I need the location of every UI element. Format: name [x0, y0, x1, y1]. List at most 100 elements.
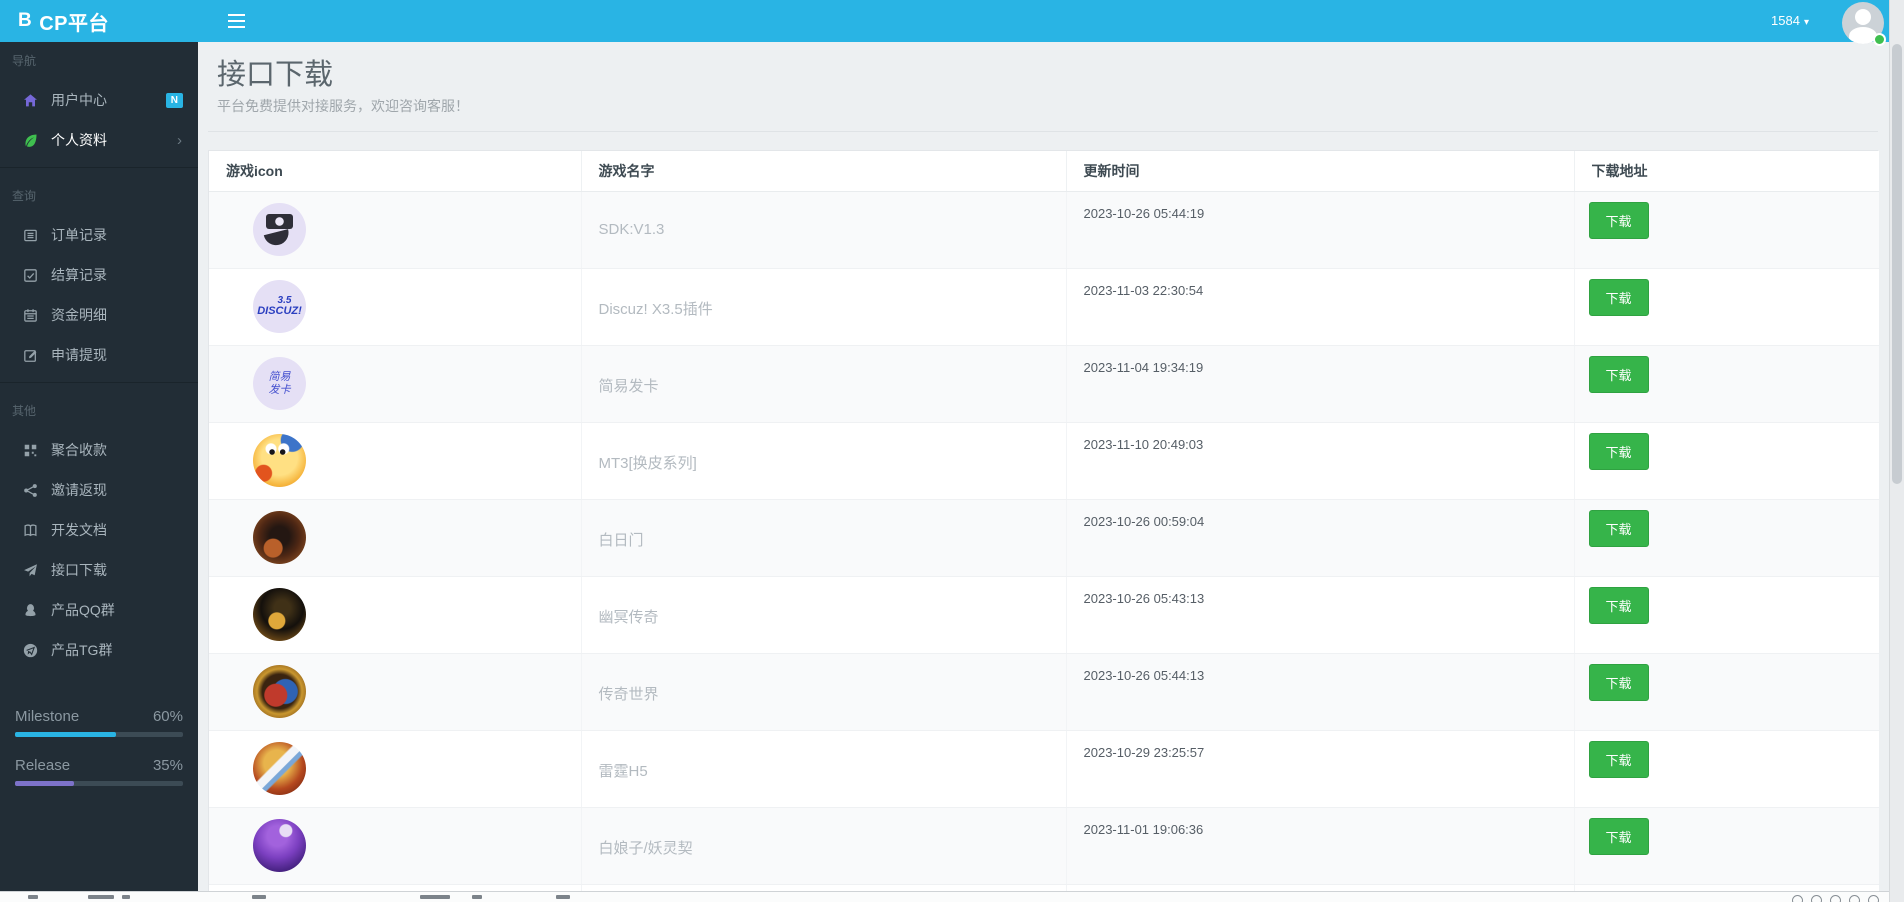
game-name: 白日门 [598, 532, 644, 549]
calendar-icon [22, 307, 38, 323]
sidebar-item-label: 接口下载 [51, 562, 107, 578]
sidebar-item[interactable]: 结算记录 [0, 255, 198, 295]
scrollbar-thumb[interactable] [1892, 44, 1902, 484]
sidebar-progress: Milestone 60% Release 35% [0, 707, 198, 786]
game-name: 白娘子/妖灵契 [598, 840, 693, 857]
progress-bar [15, 781, 183, 786]
table-row: SDK:V1.3 2023-10-26 05:44:19 下载 [209, 191, 1879, 269]
download-button[interactable]: 下载 [1588, 587, 1649, 624]
download-button[interactable]: 下载 [1588, 741, 1649, 778]
sidebar-item-label: 申请提现 [51, 347, 107, 363]
download-button[interactable]: 下载 [1588, 818, 1649, 855]
game-artwork [253, 665, 306, 718]
game-artwork [253, 819, 306, 872]
table-header-row: 游戏icon 游戏名字 更新时间 下载地址 [209, 151, 1879, 192]
sidebar-item[interactable]: 接口下载 [0, 550, 198, 590]
updated-time: 2023-10-26 05:44:19 [1083, 206, 1205, 221]
sidebar-item[interactable]: 产品QQ群 [0, 590, 198, 630]
book-icon [22, 522, 38, 538]
text-sliver [252, 895, 266, 899]
bottom-edge-strip [0, 891, 1889, 902]
progress-bar [15, 732, 183, 737]
scrollbar-track[interactable] [1889, 0, 1904, 902]
sidebar-item[interactable]: 开发文档 [0, 510, 198, 550]
download-button[interactable]: 下载 [1588, 279, 1649, 316]
game-name: SDK:V1.3 [598, 221, 665, 238]
sidebar-item-label: 聚合收款 [51, 442, 107, 458]
chevron-right-icon: › [177, 131, 182, 149]
download-button[interactable]: 下载 [1588, 510, 1649, 547]
text-sliver [122, 895, 130, 899]
updated-time: 2023-10-26 05:43:13 [1083, 591, 1205, 606]
download-table-card: 游戏icon 游戏名字 更新时间 下载地址 SDK:V1.3 2023-10-2… [208, 150, 1879, 902]
column-header-download: 下载地址 [1574, 151, 1879, 192]
game-name: Discuz! X3.5插件 [598, 301, 713, 318]
balance-dropdown[interactable]: 1584 ▾ [1771, 13, 1809, 28]
download-button[interactable]: 下载 [1588, 664, 1649, 701]
updated-time: 2023-10-26 05:44:13 [1083, 668, 1205, 683]
download-button[interactable]: 下载 [1588, 356, 1649, 393]
updated-time: 2023-11-10 20:49:03 [1083, 437, 1204, 452]
sidebar-section-label: 其他 [12, 404, 37, 418]
table-row: 幽冥传奇 2023-10-26 05:43:13 下载 [209, 576, 1879, 654]
toolbar-icon[interactable] [1792, 895, 1803, 902]
progress-value: 35% [152, 756, 183, 774]
game-name: MT3[换皮系列] [598, 455, 697, 472]
updated-time: 2023-11-03 22:30:54 [1083, 283, 1204, 298]
table-row: 传奇世界 2023-10-26 05:44:13 下载 [209, 653, 1879, 731]
text-sliver [28, 895, 38, 899]
edit-square-icon [22, 347, 38, 363]
sidebar-item-label: 资金明细 [51, 307, 107, 323]
cash-in-hand-icon [253, 203, 306, 256]
updated-time: 2023-11-04 19:34:19 [1083, 360, 1204, 375]
page-header: 接口下载 平台免费提供对接服务，欢迎咨询客服！ [208, 42, 1878, 132]
game-name: 雷霆H5 [598, 763, 648, 780]
chevron-down-icon: ▾ [1803, 17, 1809, 28]
toolbar-icon[interactable] [1830, 895, 1841, 902]
table-row: 白日门 2023-10-26 00:59:04 下载 [209, 499, 1879, 577]
toolbar-icon[interactable] [1849, 895, 1860, 902]
new-badge: N [165, 92, 183, 108]
progress-label: Release [15, 756, 71, 774]
sidebar-item[interactable]: 申请提现 [0, 335, 198, 375]
sidebar-section-label: 查询 [12, 189, 37, 203]
sidebar: 导航 用户中心 N 个人资料 › 查询 订单记录 结算记录 资金明细 申请提现 … [0, 42, 198, 892]
sidebar-item[interactable]: 个人资料 › [0, 120, 198, 160]
page-subtitle: 平台免费提供对接服务，欢迎咨询客服！ [217, 98, 469, 114]
game-artwork [253, 588, 306, 641]
sidebar-item-label: 订单记录 [51, 227, 107, 243]
updated-time: 2023-10-26 00:59:04 [1083, 514, 1205, 529]
sidebar-toggle-icon[interactable] [228, 14, 245, 28]
text-sliver [472, 895, 482, 899]
game-name: 简易发卡 [598, 378, 659, 395]
download-button[interactable]: 下载 [1588, 433, 1649, 470]
qq-icon [22, 602, 38, 618]
online-status-dot [1873, 33, 1886, 46]
bitcoin-icon: B [18, 10, 33, 31]
page-title: 接口下载 [217, 59, 334, 91]
game-name: 传奇世界 [598, 686, 659, 703]
text-sliver [420, 895, 450, 899]
qrcode-icon [22, 442, 38, 458]
download-button[interactable]: 下载 [1588, 202, 1649, 239]
telegram-icon [22, 642, 38, 658]
sidebar-item-label: 产品TG群 [51, 642, 113, 658]
sidebar-item[interactable]: 资金明细 [0, 295, 198, 335]
leaf-icon [22, 132, 38, 148]
table-row: 白娘子/妖灵契 2023-11-01 19:06:36 下载 [209, 807, 1879, 885]
progress-block: Milestone 60% [15, 707, 183, 737]
sidebar-item[interactable]: 邀请返现 [0, 470, 198, 510]
updated-time: 2023-11-01 19:06:36 [1083, 822, 1204, 837]
sidebar-item[interactable]: 聚合收款 [0, 430, 198, 470]
sidebar-item[interactable]: 用户中心 N [0, 80, 198, 120]
toolbar-icon[interactable] [1868, 895, 1879, 902]
toolbar-icon[interactable] [1811, 895, 1822, 902]
sidebar-item[interactable]: 产品TG群 [0, 630, 198, 670]
column-header-game-icon: 游戏icon [209, 151, 582, 192]
sidebar-item-label: 个人资料 [51, 132, 107, 148]
home-icon [22, 92, 38, 108]
app-logo[interactable]: B CP平台 [0, 0, 198, 42]
sidebar-section: 其他 聚合收款 邀请返现 开发文档 接口下载 产品QQ群 产品TG群 [0, 383, 198, 677]
discuz-logo: 3.5 DISCUZ! [253, 280, 306, 333]
sidebar-item[interactable]: 订单记录 [0, 215, 198, 255]
